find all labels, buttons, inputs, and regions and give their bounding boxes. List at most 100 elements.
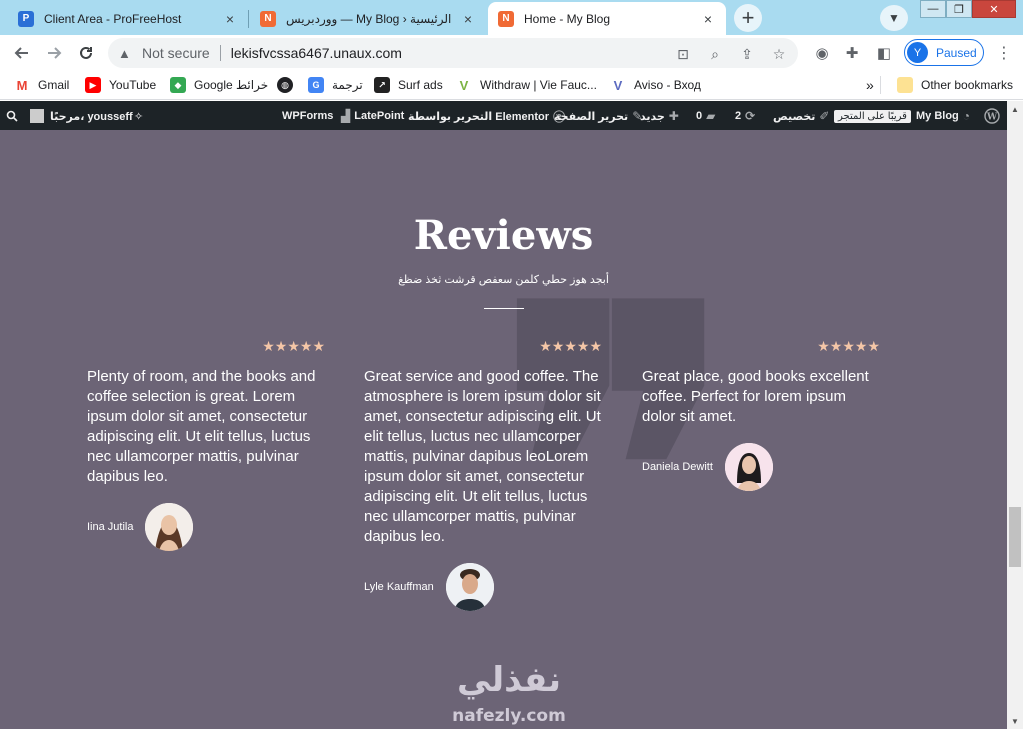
bookmarks-overflow[interactable]: » (866, 76, 874, 94)
forward-button[interactable] (40, 39, 68, 67)
reload-button[interactable] (72, 39, 100, 67)
url-text[interactable]: lekisfvcssa6467.unaux.com (231, 45, 402, 61)
nafezly-icon: N (260, 10, 276, 27)
admin-customize[interactable]: تخصيص ✐ (773, 108, 833, 124)
nafezly-icon: N (498, 10, 514, 27)
admin-latepoint[interactable]: ▟ LatePoint (337, 108, 404, 124)
other-bookmarks[interactable]: Other bookmarks (897, 76, 1013, 94)
translate-icon: G (308, 77, 324, 93)
profile-button[interactable]: Y Paused (904, 39, 984, 66)
review-card: ★★★★★ Great place, good books excellent … (642, 338, 880, 491)
updates-icon: ⟳ (745, 109, 756, 123)
review-author: Daniela Dewitt (642, 443, 880, 491)
scroll-up-icon[interactable]: ▲ (1007, 101, 1023, 117)
profile-status: Paused (936, 45, 977, 60)
divider (880, 76, 881, 94)
minimize-button[interactable]: — (920, 0, 946, 18)
menu-kebab-icon[interactable]: ⋮ (990, 39, 1018, 67)
author-name: Daniela Dewitt (642, 461, 713, 473)
new-label: جديد (640, 110, 665, 123)
folder-icon (897, 77, 913, 93)
close-icon[interactable]: × (700, 11, 716, 27)
maximize-button[interactable]: ❐ (946, 0, 972, 18)
side-panel-icon[interactable]: ◧ (870, 39, 898, 67)
admin-comments[interactable]: 0 ▰ (696, 108, 719, 124)
zoom-icon[interactable]: ⌕ (706, 45, 724, 63)
translate-icon[interactable]: ⊡ (674, 45, 692, 63)
latepoint-icon: ▟ (341, 109, 351, 123)
extension-planet-icon[interactable]: ◉ (808, 39, 836, 67)
review-text: Great service and good coffee. The atmos… (364, 368, 601, 545)
store-chip[interactable]: قريبًا على المتجر (834, 108, 911, 124)
tab-title: الرئيسية ‹ My Blog — ووردبريس (286, 11, 452, 26)
bookmark-label: YouTube (109, 78, 157, 92)
gmail-icon: M (14, 77, 30, 93)
rating-stars: ★★★★★ (539, 338, 602, 354)
bookmark-label: Google خرائط (194, 78, 269, 92)
bookmark-gmail[interactable]: M Gmail (14, 76, 69, 94)
bookmark-label: Gmail (38, 78, 70, 92)
close-window-button[interactable]: ✕ (972, 0, 1016, 18)
admin-site-name[interactable]: My Blog ◔ (916, 108, 974, 124)
rating-stars: ★★★★★ (262, 338, 325, 354)
bookmark-viefaucet[interactable]: V Withdraw | Vie Fauc... (456, 76, 597, 94)
admin-greeting: مرحبًا، yousseff (50, 110, 133, 123)
bookmark-youtube[interactable]: ▶ YouTube (85, 76, 156, 94)
avatar (145, 503, 194, 551)
bookmark-maps[interactable]: ◆ Google خرائط (170, 76, 268, 94)
close-icon[interactable]: × (460, 11, 476, 27)
plus-icon: ✚ (668, 109, 679, 123)
bookmark-surf-ads[interactable]: ↗ Surf ads (374, 76, 443, 94)
page-scrollbar[interactable]: ▲ ▼ (1007, 101, 1023, 729)
bookmark-globe[interactable]: ◍ (277, 76, 301, 94)
review-text: Plenty of room, and the books and coffee… (87, 368, 316, 485)
youtube-icon: ▶ (85, 77, 101, 93)
admin-edit-elementor[interactable]: التحرير بواسطة Elementor ⓔ (408, 108, 569, 124)
bookmark-star-icon[interactable]: ☆ (770, 45, 788, 63)
avatar (445, 563, 494, 611)
tab-search-button[interactable]: ▼ (880, 5, 908, 31)
warning-icon[interactable]: ▲ (118, 46, 136, 61)
security-label[interactable]: Not secure (142, 45, 210, 61)
extensions-puzzle-icon[interactable]: ✚ (838, 39, 866, 67)
tab-wp-dashboard[interactable]: N الرئيسية ‹ My Blog — ووردبريس × (250, 2, 486, 35)
new-tab-button[interactable]: + (734, 4, 762, 32)
sparkle-icon[interactable]: ✧ (134, 108, 143, 124)
admin-account[interactable]: مرحبًا، yousseff (30, 108, 133, 124)
author-name: Iina Jutila (87, 521, 134, 533)
edit-elementor-label: التحرير بواسطة Elementor (408, 110, 550, 123)
back-arrow-icon (14, 47, 28, 59)
admin-new[interactable]: جديد ✚ (640, 108, 683, 124)
tab-home-active[interactable]: N Home - My Blog × (488, 2, 726, 35)
bookmark-aviso[interactable]: V Aviso - Вход (610, 76, 701, 94)
bookmarks-bar: M Gmail ▶ YouTube ◆ Google خرائط ◍ G ترج… (0, 70, 1023, 100)
admin-updates[interactable]: 2 ⟳ (735, 108, 759, 124)
scrollbar-thumb[interactable] (1009, 507, 1021, 567)
reload-icon (80, 46, 92, 59)
reviews-section: ❞ Reviews أبجد هوز حطي كلمن سعفص قرشت ثخ… (0, 130, 1007, 729)
author-name: Lyle Kauffman (364, 581, 434, 593)
admin-edit-page[interactable]: تحرير الصفحة ✎ (554, 108, 646, 124)
section-subtitle: أبجد هوز حطي كلمن سعفص قرشت ثخذ ضظغ (398, 274, 609, 286)
back-button[interactable] (8, 39, 36, 67)
admin-wpforms[interactable]: WPForms (282, 108, 333, 124)
browser-toolbar: ▲ Not secure lekisfvcssa6467.unaux.com ⊡… (0, 35, 1023, 70)
wordpress-logo-icon[interactable]: W (984, 108, 1000, 124)
close-icon[interactable]: × (222, 11, 238, 27)
share-icon[interactable]: ⇪ (738, 45, 756, 63)
bookmark-translate[interactable]: G ترجمة (308, 76, 363, 94)
latepoint-label: LatePoint (354, 110, 405, 122)
review-author: Lyle Kauffman (364, 563, 602, 611)
scroll-down-icon[interactable]: ▼ (1007, 713, 1023, 729)
address-bar[interactable]: ▲ Not secure lekisfvcssa6467.unaux.com ⊡… (108, 38, 798, 68)
wp-admin-bar: مرحبًا، yousseff ✧ WPForms ▟ LatePoint ا… (0, 101, 1007, 130)
tab-client-area[interactable]: P Client Area - ProFreeHost × (8, 2, 248, 35)
bookmark-label: Aviso - Вход (634, 78, 701, 92)
comments-count: 0 (696, 110, 703, 122)
maps-icon: ◆ (170, 77, 186, 93)
updates-count: 2 (735, 110, 742, 122)
omnibox-divider (219, 45, 221, 61)
tab-title: Home - My Blog (524, 11, 611, 26)
watermark-arabic: نفذلي (456, 660, 562, 700)
admin-search-icon[interactable] (6, 108, 18, 124)
